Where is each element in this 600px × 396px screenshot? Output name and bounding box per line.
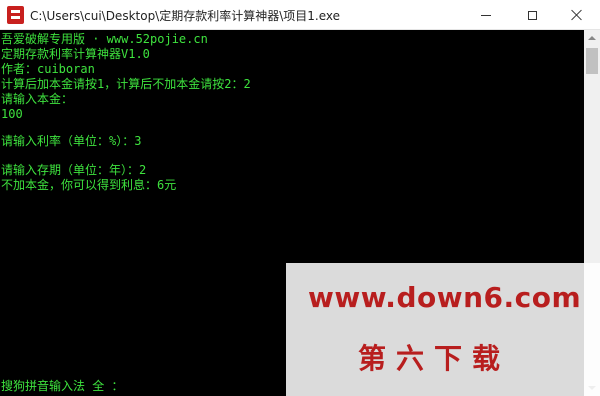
console-line: 不加本金，你可以得到利息：6元 [1,178,177,192]
console-line: 吾爱破解专用版 · www.52pojie.cn [1,32,208,46]
console-line: 计算后加本金请按1，计算后不加本金请按2：2 [1,77,251,91]
console-line: 作者：cuiboran [1,62,95,76]
close-button[interactable] [554,0,600,30]
console-window: C:\Users\cui\Desktop\定期存款利率计算神器\项目1.exe … [0,0,600,396]
maximize-button[interactable] [509,0,555,30]
console-line: 定期存款利率计算神器V1.0 [1,47,150,61]
scroll-thumb[interactable] [586,48,598,74]
minimize-icon [481,14,491,16]
app-icon[interactable] [7,6,24,24]
arrow-up-icon [588,36,596,40]
minimize-button[interactable] [463,0,509,30]
console-line: 请输入存期（单位：年）：2 [1,163,147,177]
console-line: 请输入本金： [1,92,74,106]
console-line: 请输入利率（单位：%）：3 [1,134,142,148]
window-title: C:\Users\cui\Desktop\定期存款利率计算神器\项目1.exe [30,9,341,23]
ime-status: 搜狗拼音输入法 全 ： [1,379,124,393]
watermark-name: 第六下载 [358,342,511,375]
console-line: 100 [1,107,23,121]
maximize-icon [527,10,537,20]
watermark: www.down6.com 第六下载 [286,263,600,396]
title-bar[interactable]: C:\Users\cui\Desktop\定期存款利率计算神器\项目1.exe [0,0,600,30]
close-icon [571,9,583,21]
scroll-up-button[interactable] [584,30,600,46]
watermark-url: www.down6.com [308,281,582,314]
